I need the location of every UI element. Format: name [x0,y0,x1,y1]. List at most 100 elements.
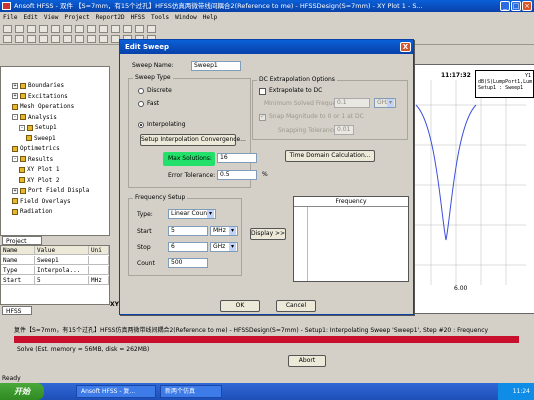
toolbar-button-icon[interactable] [27,25,36,33]
toolbar-button-icon[interactable] [51,25,60,33]
menu-hfss[interactable]: HFSS [128,12,148,23]
prop-cell[interactable]: Sweep1 [35,256,89,265]
tree-item-sweep1[interactable]: Sweep1 [26,134,56,143]
expander-icon[interactable]: - [12,156,18,162]
maximize-button[interactable]: □ [511,1,521,11]
toolbar-button-icon[interactable] [27,35,36,43]
sweep-name-input[interactable]: Sweep1 [191,61,241,71]
prop-cell[interactable]: MHz [89,276,109,285]
menu-view[interactable]: View [41,12,61,23]
min-solved-freq-input[interactable]: 0.1 [334,98,370,108]
menu-project[interactable]: Project [61,12,92,23]
tree-item-setup1[interactable]: - Setup1 [19,123,57,132]
prop-column-header[interactable]: Uni [89,246,109,255]
tree-item-analysis[interactable]: - Analysis [12,113,57,122]
start-input[interactable]: 5 [168,226,208,236]
menu-help[interactable]: Help [200,12,220,23]
stop-input[interactable]: 6 [168,242,208,252]
prop-cell[interactable] [89,266,109,275]
toolbar-button-icon[interactable] [135,25,144,33]
tree-item-radiation[interactable]: Radiation [12,207,53,216]
menu-window[interactable]: Window [172,12,200,23]
prop-cell[interactable]: Start [1,276,35,285]
prop-cell[interactable] [89,256,109,265]
expander-icon[interactable]: - [19,124,25,131]
tree-item-port-field-displa[interactable]: + Port Field Displa [12,186,89,195]
toolbar-button-icon[interactable] [123,25,132,33]
prop-cell[interactable]: Interpola... [35,266,89,275]
expander-icon[interactable]: - [12,114,18,120]
toolbar-button-icon[interactable] [99,35,108,43]
time-domain-button[interactable]: Time Domain Calculation... [285,150,375,162]
display-button[interactable]: Display >> [250,228,286,240]
tree-item-excitations[interactable]: + Excitations [12,92,68,101]
toolbar-button-icon[interactable] [75,25,84,33]
tree-item-boundaries[interactable]: + Boundaries [12,81,64,90]
prop-column-header[interactable]: Value [35,246,89,255]
interpolating-radio[interactable] [138,122,144,128]
dialog-close-button[interactable]: X [400,42,411,52]
menu-edit[interactable]: Edit [20,12,40,23]
stop-unit-select[interactable]: GHz [210,242,238,252]
toolbar-button-icon[interactable] [87,25,96,33]
toolbar-button-icon[interactable] [3,25,12,33]
plot-svg [405,80,526,285]
prop-cell[interactable]: 5 [35,276,89,285]
extrapolate-dc-checkbox[interactable] [259,88,266,95]
menu-report2d[interactable]: Report2D [93,12,128,23]
tab-hfss[interactable]: HFSS [2,306,32,315]
taskbar-item-hfss[interactable]: Ansoft HFSS - 复... [76,385,156,398]
tree-item-field-overlays[interactable]: Field Overlays [12,197,71,206]
tree-item-mesh-operations[interactable]: Mesh Operations [12,102,74,111]
tree-item-label: Analysis [28,113,57,121]
abort-button[interactable]: Abort [288,355,326,367]
folder-icon [20,82,26,89]
toolbar-button-icon[interactable] [111,25,120,33]
discrete-radio[interactable] [138,88,144,94]
prop-cell[interactable]: Name [1,256,35,265]
close-window-button[interactable]: × [522,1,532,11]
prop-cell[interactable]: Type [1,266,35,275]
frequency-table[interactable]: Frequency [293,196,409,282]
toolbar-button-icon[interactable] [99,25,108,33]
minimize-button[interactable]: _ [500,1,510,11]
expander-icon[interactable]: + [12,82,18,89]
fast-radio[interactable] [138,101,144,107]
expander-icon[interactable]: + [12,187,18,194]
toolbar-button-icon[interactable] [39,25,48,33]
ok-button[interactable]: OK [220,300,260,312]
max-solutions-input[interactable]: 16 [217,153,257,163]
toolbar-button-icon[interactable] [39,35,48,43]
prop-column-header[interactable]: Name [1,246,35,255]
cancel-button[interactable]: Cancel [276,300,316,312]
start-unit-select[interactable]: MHz [210,226,238,236]
toolbar-button-icon[interactable] [15,35,24,43]
toolbar-button-icon[interactable] [63,35,72,43]
toolbar-button-icon[interactable] [3,35,12,43]
count-input[interactable]: 500 [168,258,208,268]
toolbar-button-icon[interactable] [15,25,24,33]
tab-project[interactable]: Project [2,236,42,245]
start-button[interactable]: 开始 [0,383,44,400]
expander-icon[interactable]: + [12,93,18,99]
snapping-tolerance-input[interactable]: 0.01 [334,125,354,135]
min-solved-freq-unit[interactable]: GHz [374,98,396,108]
tab-xy[interactable]: XY [110,301,119,309]
setup-interpolation-button[interactable]: Setup Interpolation Convergence... [140,134,246,146]
menu-tools[interactable]: Tools [148,12,172,23]
snap-magnitude-checkbox[interactable] [259,113,266,121]
error-tolerance-input[interactable]: 0.5 [217,170,257,180]
menu-file[interactable]: File [0,12,20,23]
toolbar-button-icon[interactable] [147,25,156,33]
taskbar-item-sim[interactable]: 新两个仿真 [160,385,222,398]
toolbar-button-icon[interactable] [63,25,72,33]
tree-item-results[interactable]: - Results [12,155,53,164]
toolbar-button-icon[interactable] [87,35,96,43]
tree-item-xy-plot-2[interactable]: XY Plot 2 [19,176,60,185]
toolbar-button-icon[interactable] [51,35,60,43]
tree-item-optimetrics[interactable]: Optimetrics [12,144,60,153]
xy-plot-area[interactable]: 11:17:32 6.00 [395,64,534,314]
toolbar-button-icon[interactable] [75,35,84,43]
tree-item-xy-plot-1[interactable]: XY Plot 1 [19,165,60,174]
sweep-type-select[interactable]: Linear Count [168,209,216,219]
